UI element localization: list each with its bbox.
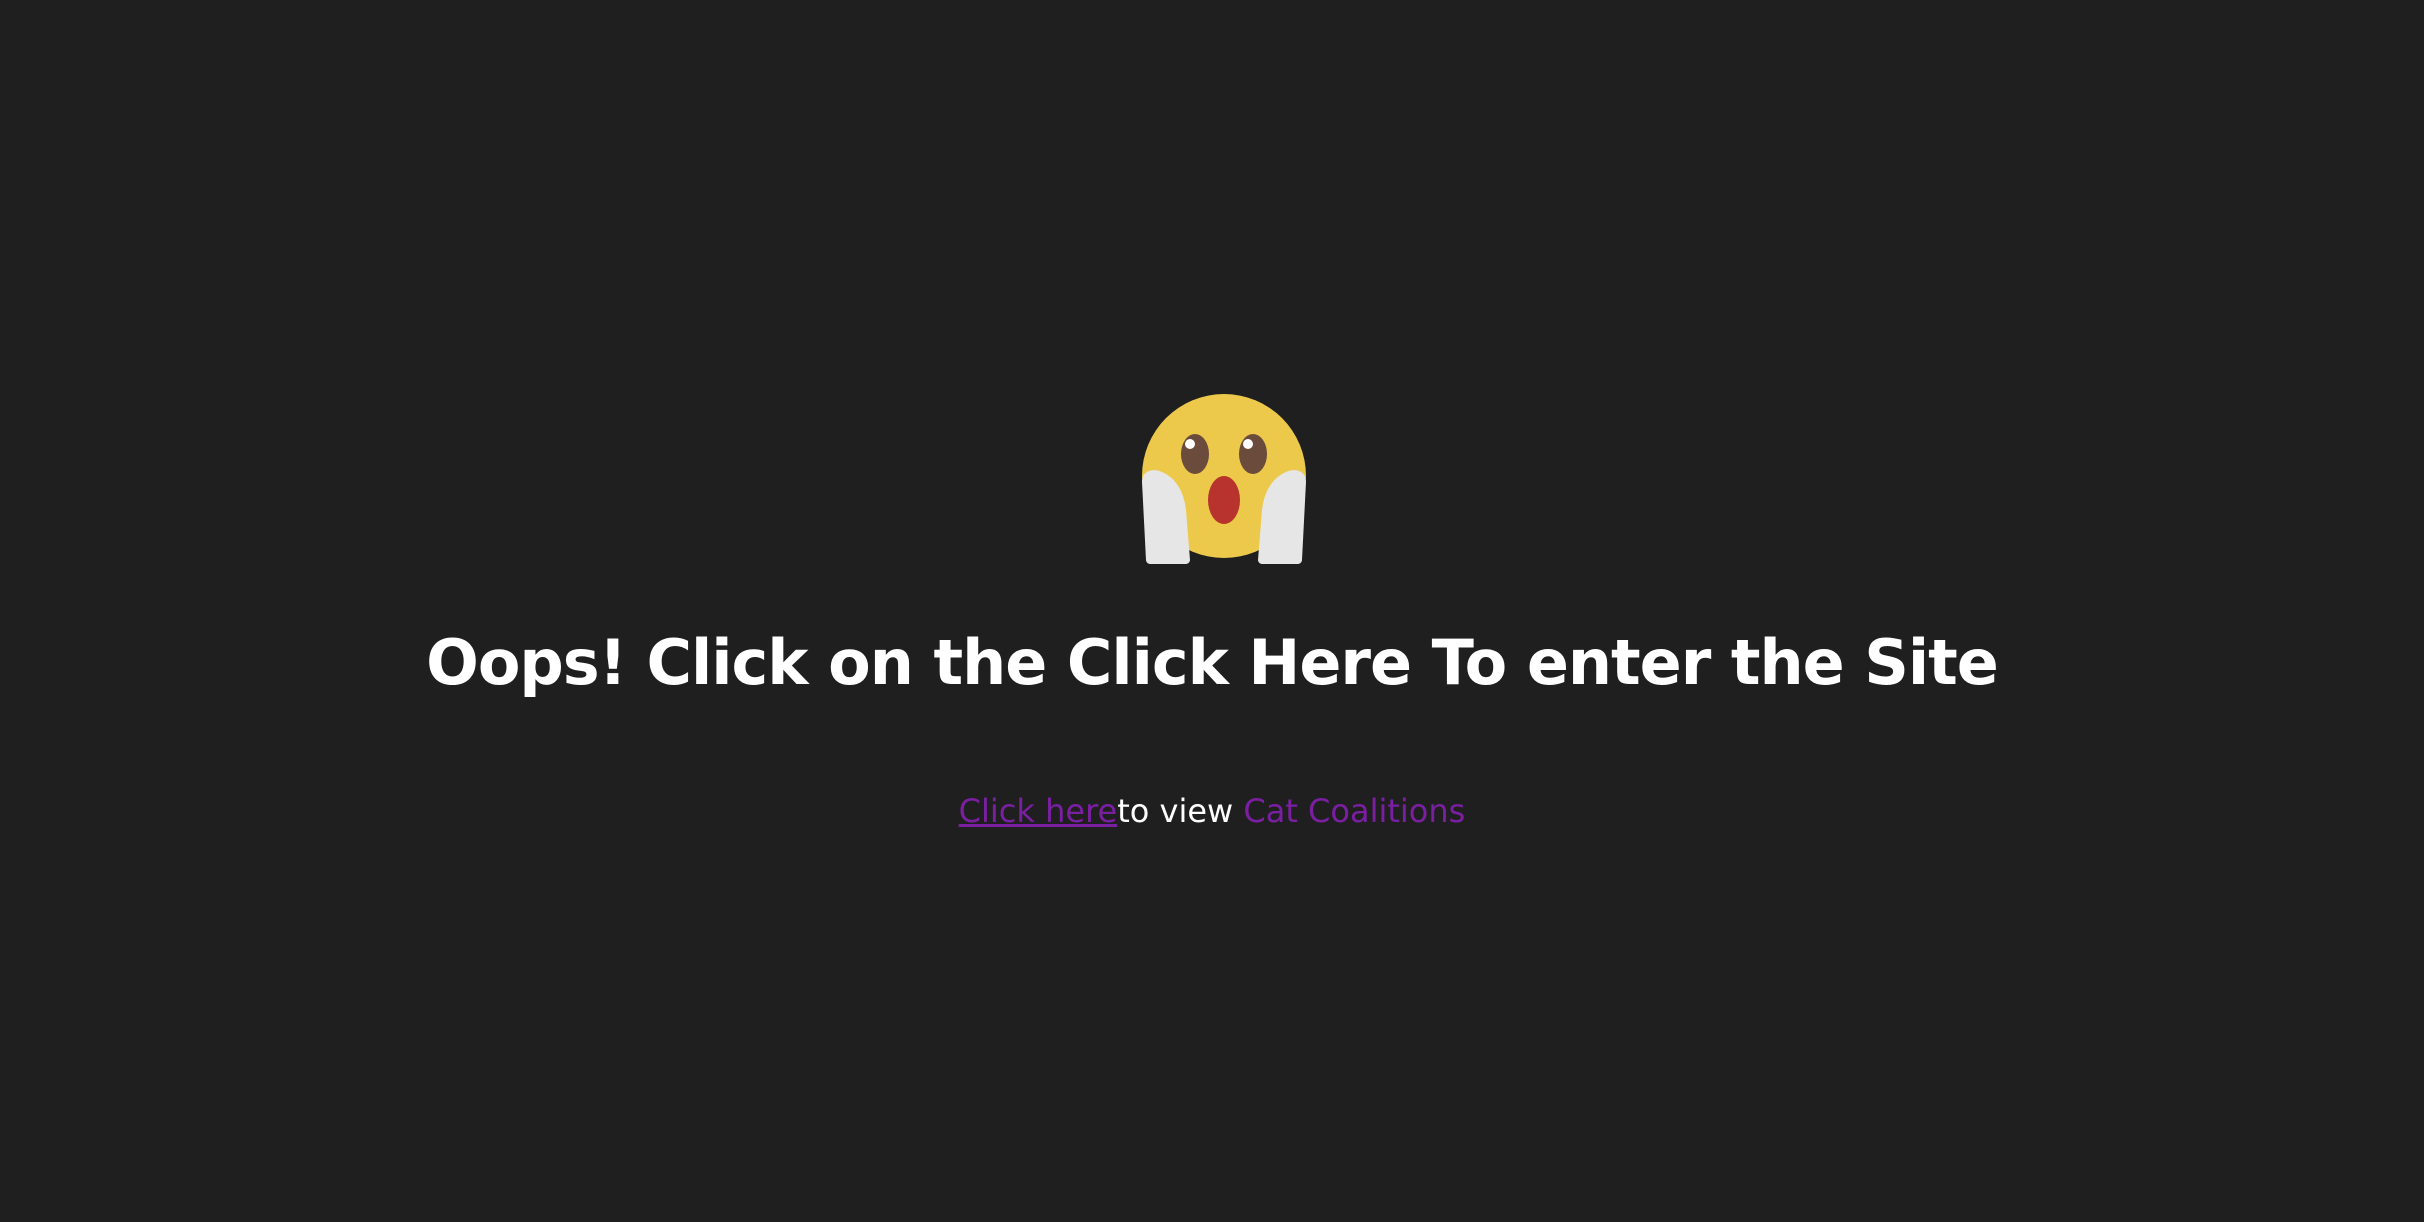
site-name-link[interactable]: Cat Coalitions [1243,792,1465,830]
subtitle-middle-text: to view [1117,792,1244,830]
click-here-link[interactable]: Click here [959,792,1118,830]
screaming-face-icon [1140,392,1308,564]
page-title: Oops! Click on the Click Here To enter t… [426,626,1999,699]
error-page: Oops! Click on the Click Here To enter t… [0,0,2424,1222]
subtitle-line: Click hereto view Cat Coalitions [0,786,2424,836]
